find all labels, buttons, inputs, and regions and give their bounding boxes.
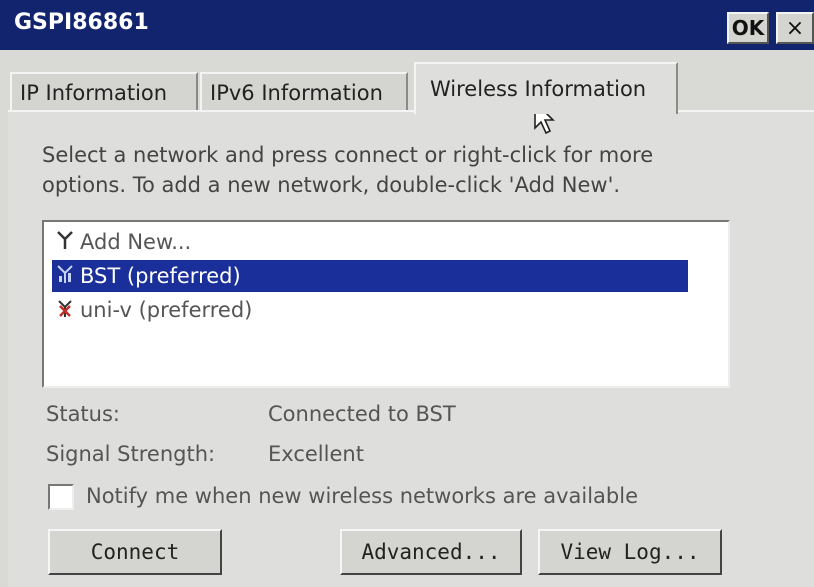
tab-strip: IP Information IPv6 Information Wireless…: [0, 62, 814, 114]
network-list[interactable]: Add New... BST (preferred) uni-v (prefer…: [42, 220, 730, 388]
status-label: Status:: [46, 402, 120, 426]
title-bar: GSPI86861 OK ×: [0, 0, 814, 50]
list-item-label: Add New...: [80, 230, 192, 254]
notify-checkbox-label[interactable]: Notify me when new wireless networks are…: [86, 484, 638, 508]
tab-wireless-information[interactable]: Wireless Information: [414, 62, 678, 114]
notify-checkbox[interactable]: [48, 484, 74, 510]
instructions-line-1: Select a network and press connect or ri…: [42, 143, 654, 167]
advanced-button[interactable]: Advanced...: [340, 529, 522, 575]
close-button[interactable]: ×: [776, 12, 814, 44]
ok-button[interactable]: OK: [727, 12, 769, 44]
list-item-uni-v[interactable]: uni-v (preferred): [52, 294, 692, 326]
instructions-line-2: options. To add a new network, double-cl…: [42, 173, 621, 197]
connect-button[interactable]: Connect: [48, 529, 222, 575]
tab-ipv6-information[interactable]: IPv6 Information: [200, 72, 408, 112]
list-item-bst[interactable]: BST (preferred): [52, 260, 688, 292]
antenna-icon: [52, 230, 78, 255]
view-log-button[interactable]: View Log...: [538, 529, 722, 575]
tab-ip-information[interactable]: IP Information: [10, 72, 198, 112]
status-value: Connected to BST: [268, 402, 456, 426]
list-item-add-new[interactable]: Add New...: [52, 226, 692, 258]
list-item-label: uni-v (preferred): [80, 298, 253, 322]
list-item-label: BST (preferred): [80, 264, 241, 288]
signal-bars-icon: [52, 264, 78, 289]
window-title: GSPI86861: [14, 10, 149, 35]
signal-strength-value: Excellent: [268, 442, 364, 466]
instructions-text: Select a network and press connect or ri…: [42, 140, 742, 200]
antenna-disconnected-icon: [52, 298, 78, 323]
signal-strength-label: Signal Strength:: [46, 442, 216, 466]
